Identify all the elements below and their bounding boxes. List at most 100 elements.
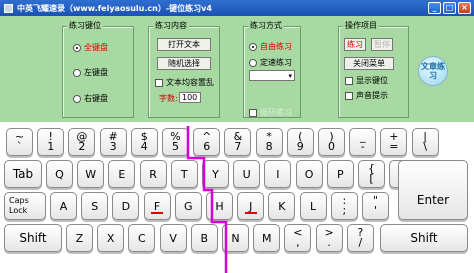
- close-menu-button[interactable]: 关闭菜单: [344, 57, 394, 70]
- key-row3[interactable]: G: [174, 192, 202, 220]
- key-row4[interactable]: Z: [66, 224, 93, 252]
- count-input[interactable]: 100: [179, 92, 201, 103]
- key-row3[interactable]: " ': [362, 192, 389, 220]
- shift-left-key[interactable]: Shift: [4, 224, 62, 252]
- group-title: 练习方式: [248, 21, 284, 31]
- article-practice-logo[interactable]: 文章练习: [418, 56, 448, 86]
- key-row2[interactable]: Y: [202, 160, 229, 188]
- key-row2[interactable]: {[: [358, 160, 385, 188]
- key-label: Q: [55, 167, 64, 181]
- key-row1[interactable]: ^ 6: [193, 128, 221, 156]
- key-row2[interactable]: T: [170, 160, 198, 188]
- option-free-practice[interactable]: 自由练习: [249, 41, 292, 52]
- open-text-button[interactable]: 打开文本: [157, 38, 211, 51]
- key-lower-label: `: [16, 140, 23, 153]
- key-label: O: [304, 167, 314, 181]
- key-row2[interactable]: P: [326, 160, 354, 188]
- key-row1[interactable]: $4: [130, 128, 158, 156]
- key-row1[interactable]: & 7: [224, 128, 252, 156]
- maximize-button[interactable]: □: [443, 2, 456, 14]
- key-row4[interactable]: V: [159, 224, 187, 252]
- practice-button[interactable]: 练习: [344, 38, 366, 51]
- radio-icon: [73, 94, 81, 103]
- key-lower-label: =: [389, 140, 399, 153]
- key-row4[interactable]: M: [253, 224, 281, 252]
- key-row3[interactable]: S: [81, 192, 109, 220]
- option-sound-hint[interactable]: 声音提示: [345, 90, 388, 101]
- key-lower-label: ,: [296, 236, 300, 249]
- caps-label: Caps: [9, 196, 29, 205]
- key-row1[interactable]: ! 1: [37, 128, 65, 156]
- radio-icon: [73, 68, 81, 77]
- checkbox-icon: [345, 76, 353, 85]
- key-row1[interactable]: ) 0: [318, 128, 345, 156]
- key-row1[interactable]: @2: [68, 128, 96, 156]
- key-row4[interactable]: ? /: [346, 224, 374, 252]
- key-label: A: [59, 199, 68, 213]
- group-keys-practice: 练习键位 全键盘 左键盘 右键盘: [62, 21, 134, 118]
- key-row4[interactable]: >.: [315, 224, 343, 252]
- key-row1[interactable]: _ -: [349, 128, 377, 156]
- key-row3[interactable]: :;: [330, 192, 358, 220]
- settings-panel: 练习键位 全键盘 左键盘 右键盘 练习内容 打开文本 随机选择 文本均容置乱 字…: [0, 16, 474, 122]
- key-row3[interactable]: L: [299, 192, 327, 220]
- key-row2[interactable]: O: [295, 160, 323, 188]
- key-row1[interactable]: % 5: [162, 128, 189, 156]
- key-row1[interactable]: + =: [380, 128, 408, 156]
- key-row4[interactable]: N: [222, 224, 249, 252]
- shift-right-key[interactable]: Shift: [380, 224, 468, 252]
- key-row2[interactable]: R: [139, 160, 167, 188]
- key-lower-label: 1: [47, 140, 55, 153]
- speed-dropdown[interactable]: ▾: [249, 70, 295, 81]
- key-row1[interactable]: | \: [411, 128, 439, 156]
- key-row2[interactable]: I: [264, 160, 292, 188]
- key-row2[interactable]: Q: [46, 160, 73, 188]
- key-row1[interactable]: (9: [286, 128, 314, 156]
- option-repeat-practice[interactable]: 循环练习: [249, 107, 292, 118]
- minimize-button[interactable]: _: [428, 2, 441, 14]
- close-button[interactable]: ×: [458, 2, 471, 14]
- key-row1[interactable]: #3: [99, 128, 127, 156]
- key-label: X: [106, 231, 115, 245]
- key-row2[interactable]: W: [77, 160, 105, 188]
- option-shuffle-text[interactable]: 文本均容置乱: [155, 77, 214, 88]
- key-row3[interactable]: F: [143, 192, 171, 220]
- key-row3[interactable]: D: [112, 192, 140, 220]
- key-row3[interactable]: J: [237, 192, 265, 220]
- key-lower-label: \: [423, 140, 427, 153]
- key-lower-label: 7: [234, 140, 242, 153]
- key-label: U: [242, 167, 251, 181]
- tab-key[interactable]: Tab: [4, 160, 42, 188]
- pause-button[interactable]: 暂停: [371, 38, 393, 51]
- key-row4[interactable]: C: [128, 224, 156, 252]
- key-row4[interactable]: X: [97, 224, 125, 252]
- key-row1[interactable]: ~ `: [6, 128, 33, 156]
- chevron-down-icon: ▾: [288, 71, 292, 80]
- key-row4[interactable]: B: [190, 224, 218, 252]
- group-title: 操作项目: [343, 21, 379, 31]
- key-lower-label: ': [373, 204, 378, 217]
- key-row1[interactable]: * 8: [255, 128, 283, 156]
- key-label: W: [85, 167, 97, 181]
- key-label: R: [149, 167, 157, 181]
- key-lower-label: 9: [296, 140, 304, 153]
- caps-lock-key[interactable]: Caps Lock: [4, 192, 46, 220]
- option-right-keyboard[interactable]: 右键盘: [73, 93, 108, 104]
- key-row4[interactable]: <,: [284, 224, 312, 252]
- option-timed-practice[interactable]: 定速练习: [249, 57, 292, 68]
- key-row3[interactable]: H: [206, 192, 233, 220]
- enter-key[interactable]: Enter: [398, 160, 468, 220]
- option-show-keys[interactable]: 显示键位: [345, 75, 388, 86]
- lock-label: Lock: [9, 206, 28, 215]
- key-row2[interactable]: U: [233, 160, 261, 188]
- key-row2[interactable]: E: [108, 160, 136, 188]
- key-row3[interactable]: K: [268, 192, 296, 220]
- count-label: 字数:: [159, 94, 178, 103]
- option-left-keyboard[interactable]: 左键盘: [73, 67, 108, 78]
- key-label: T: [180, 167, 188, 181]
- option-full-keyboard[interactable]: 全键盘: [73, 42, 108, 53]
- key-row3[interactable]: A: [50, 192, 77, 220]
- random-select-button[interactable]: 随机选择: [157, 57, 211, 70]
- key-lower-label: .: [327, 236, 331, 249]
- key-label: I: [276, 167, 280, 181]
